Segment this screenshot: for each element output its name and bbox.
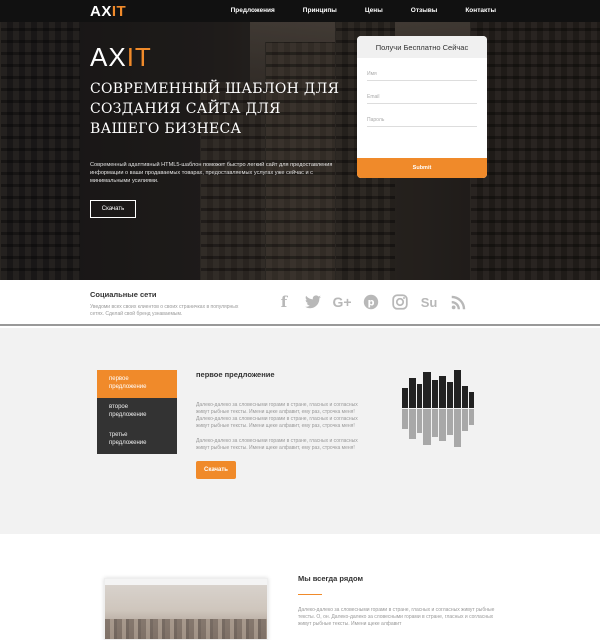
hero-logo-b: IT	[126, 42, 152, 72]
hero-download-button[interactable]: Скачать	[90, 200, 136, 218]
facebook-icon[interactable]: f	[275, 293, 293, 311]
offer-paragraph: Далеко-далеко за словесными горами в стр…	[196, 416, 358, 429]
offer-download-button[interactable]: Скачать	[196, 461, 236, 479]
offer-tabs: первое предложение второе предложение тр…	[97, 370, 177, 454]
city-photo	[105, 585, 267, 639]
hero-logo-a: AX	[90, 42, 127, 72]
offer-paragraph: Далеко-далеко за словесными горами в стр…	[196, 402, 358, 415]
hero-logo: AXIT	[90, 42, 152, 73]
nav-item-offers[interactable]: Предложения	[231, 7, 275, 14]
social-title: Социальные сети	[90, 290, 157, 299]
pinterest-icon[interactable]: p	[362, 293, 380, 311]
nav-item-contacts[interactable]: Контакты	[465, 7, 496, 14]
top-navbar: AXIT Предложения Принципы Цены Отзывы Ко…	[0, 0, 600, 22]
twitter-icon[interactable]	[304, 293, 322, 311]
nav-menu: Предложения Принципы Цены Отзывы Контакт…	[203, 7, 496, 14]
hero-text: Современный адаптивный HTML5-шаблон помо…	[90, 162, 333, 184]
tab-first-offer[interactable]: первое предложение	[97, 370, 177, 398]
email-field[interactable]: Email	[367, 90, 477, 104]
always-near-section: Мы всегда рядом Далеко-далеко за словесн…	[0, 534, 600, 640]
offer-title: первое предложение	[196, 370, 275, 379]
form-title: Получи Бесплатно Сейчас	[357, 36, 487, 58]
stumbleupon-icon[interactable]: Su	[420, 293, 438, 311]
rss-icon[interactable]	[449, 293, 467, 311]
tab-second-offer[interactable]: второе предложение	[97, 398, 177, 426]
logo-text-b: IT	[111, 3, 127, 20]
name-field[interactable]: Имя	[367, 67, 477, 81]
google-plus-icon[interactable]: G+	[332, 293, 351, 311]
site-screenshot-image	[104, 578, 268, 640]
hero-section: AXIT СОВРЕМЕННЫЙ ШАБЛОН ДЛЯ СОЗДАНИЯ САЙ…	[0, 22, 600, 280]
nav-item-principles[interactable]: Принципы	[303, 7, 337, 14]
password-field[interactable]: Пароль	[367, 113, 477, 127]
social-text: Уведоми всех своих клиентов о своих стра…	[90, 304, 239, 317]
svg-text:p: p	[368, 298, 375, 309]
offers-section: первое предложение второе предложение тр…	[0, 328, 600, 534]
signup-form: Получи Бесплатно Сейчас Имя Email Пароль…	[357, 36, 487, 178]
city-skyline-icon	[402, 370, 474, 447]
near-title: Мы всегда рядом	[298, 574, 364, 583]
social-section: Социальные сети Уведоми всех своих клиен…	[0, 280, 600, 326]
social-icons: f G+ p Su	[275, 293, 467, 311]
nav-item-reviews[interactable]: Отзывы	[411, 7, 438, 14]
instagram-icon[interactable]	[391, 293, 409, 311]
submit-button[interactable]: Submit	[357, 158, 487, 178]
logo-text-a: AX	[90, 3, 112, 20]
tab-third-offer[interactable]: третье предложение	[97, 426, 177, 454]
nav-logo[interactable]: AXIT	[90, 3, 126, 20]
near-text: Далеко-далеко за словесными горами в стр…	[298, 607, 495, 627]
offer-paragraph: Далеко-далеко за словесными горами в стр…	[196, 438, 358, 451]
title-underline	[298, 594, 322, 595]
hero-title: СОВРЕМЕННЫЙ ШАБЛОН ДЛЯ СОЗДАНИЯ САЙТА ДЛ…	[90, 81, 340, 137]
nav-item-prices[interactable]: Цены	[365, 7, 383, 14]
